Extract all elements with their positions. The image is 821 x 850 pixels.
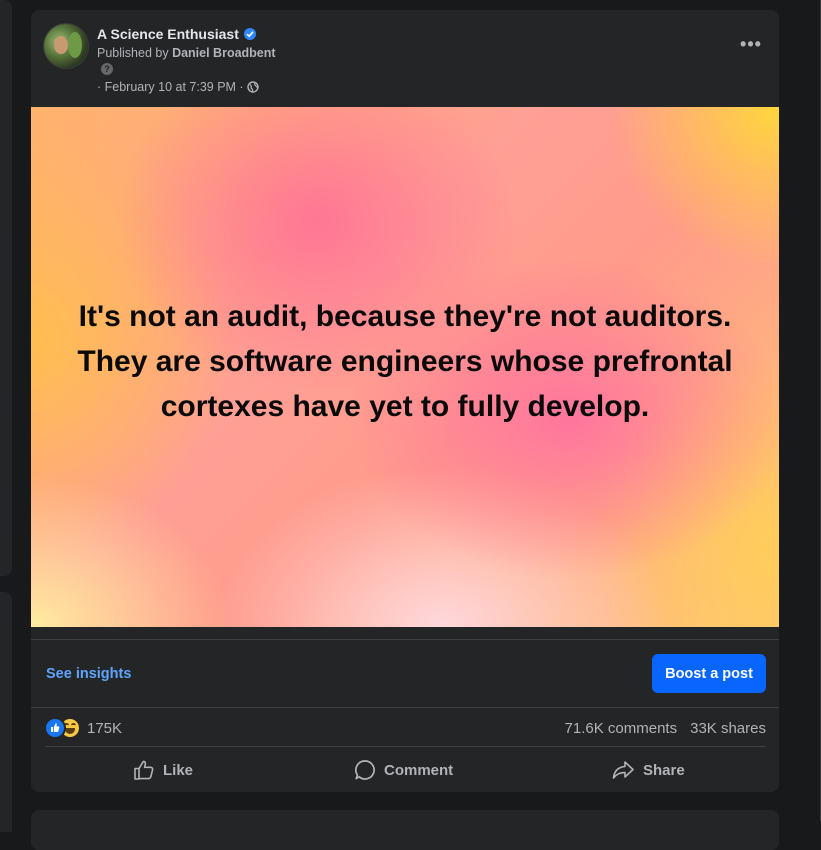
publisher-name-link[interactable]: Daniel Broadbent [172,46,276,60]
verified-badge-icon [243,28,256,40]
left-column-card-lower [0,592,12,832]
haha-mouth [65,728,75,734]
post-timestamp[interactable]: · February 10 at 7:39 PM · [97,80,244,94]
thumbs-up-icon [134,760,154,780]
engagement-counts: 71.6K comments 33K shares [565,720,766,737]
published-by-line: Published by Daniel Broadbent [97,46,276,60]
more-options-icon[interactable]: ••• [739,32,763,56]
divider [31,707,779,708]
shares-count-link[interactable]: 33K shares [690,720,766,737]
post-card: A Science Enthusiast Published by Daniel… [31,10,779,792]
page-name-link[interactable]: A Science Enthusiast [97,26,239,42]
published-by-prefix: Published by [97,46,169,60]
info-icon[interactable]: ? [101,63,113,75]
share-arrow-icon [612,761,634,779]
page-avatar[interactable] [44,24,88,68]
comment-bubble-icon [355,760,375,780]
next-post-card [31,810,779,850]
reaction-count: 175K [87,719,123,737]
comment-button[interactable]: Comment [354,758,453,782]
globe-icon[interactable] [246,81,259,93]
comment-label: Comment [384,761,454,779]
left-column-card [0,0,12,576]
like-button[interactable]: Like [133,758,193,782]
divider [45,746,766,747]
comments-count-link[interactable]: 71.6K comments [565,720,678,737]
like-reaction-icon [46,719,64,737]
avatar-plant [68,32,82,58]
share-button[interactable]: Share [611,758,685,782]
post-timestamp-row: · February 10 at 7:39 PM · [97,80,259,94]
avatar-face [54,36,68,54]
like-label: Like [163,761,194,779]
more-options-glyph: ••• [740,33,762,54]
post-quote-text: It's not an audit, because they're not a… [77,299,733,423]
divider [31,639,779,640]
see-insights-link[interactable]: See insights [46,666,131,682]
page-name-row: A Science Enthusiast [97,26,256,42]
share-label: Share [643,761,685,779]
reactions-summary[interactable]: 175K [46,719,122,737]
boost-post-button[interactable]: Boost a post [652,654,766,693]
post-text-background[interactable]: It's not an audit, because they're not a… [31,107,779,627]
